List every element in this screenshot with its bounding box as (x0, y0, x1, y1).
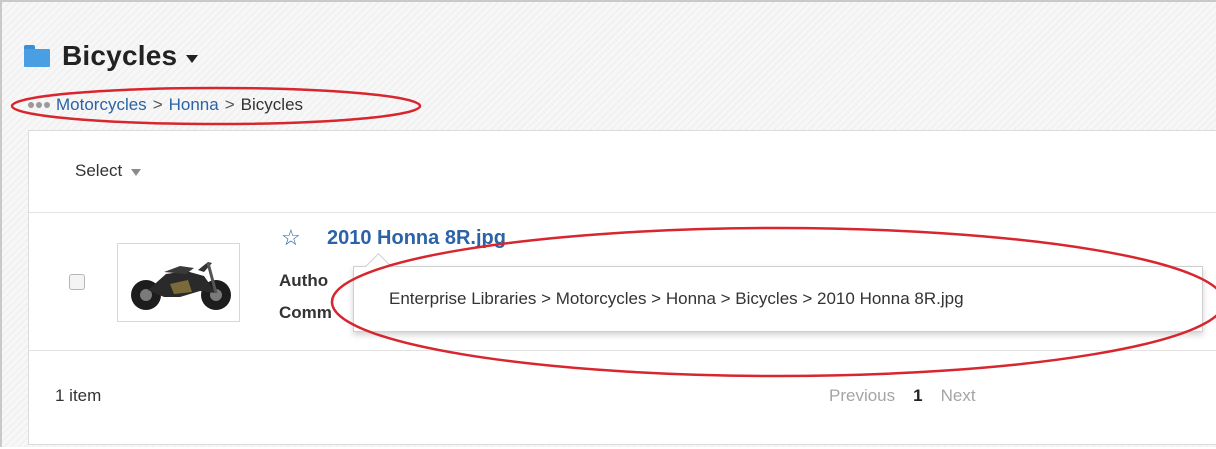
divider (29, 350, 1216, 351)
breadcrumb-item-motorcycles[interactable]: Motorcycles (56, 95, 147, 115)
page-header: Bicycles (24, 38, 199, 74)
item-count: 1 item (55, 386, 102, 405)
more-ellipsis-icon[interactable] (28, 102, 50, 108)
chevron-down-icon (131, 169, 142, 176)
previous-page-link[interactable]: Previous (829, 386, 895, 406)
breadcrumb-item-bicycles: Bicycles (240, 95, 304, 114)
title-dropdown-caret-icon[interactable] (186, 55, 199, 63)
breadcrumb-separator: > (224, 95, 235, 114)
motorcycle-thumbnail[interactable] (117, 243, 240, 322)
file-name-link[interactable]: 2010 Honna 8R.jpg (327, 227, 506, 250)
page-frame: Bicycles Motorcycles > Honna > Bicycles … (0, 0, 1216, 447)
divider (29, 212, 1216, 213)
tooltip-path-text: Enterprise Libraries > Motorcycles > Hon… (389, 289, 964, 308)
folder-icon (24, 45, 50, 67)
select-menu[interactable]: Select (75, 161, 142, 181)
meta-label-author: Autho (279, 271, 329, 290)
breadcrumb-item-honna[interactable]: Honna (169, 95, 219, 115)
star-icon[interactable]: ☆ (281, 227, 301, 249)
path-tooltip: Enterprise Libraries > Motorcycles > Hon… (353, 253, 1203, 332)
page-title[interactable]: Bicycles (62, 40, 177, 72)
row-checkbox[interactable] (69, 274, 85, 290)
breadcrumb-separator: > (152, 95, 163, 114)
breadcrumb: Motorcycles > Honna > Bicycles (28, 92, 303, 118)
next-page-link[interactable]: Next (941, 386, 976, 406)
current-page: 1 (913, 386, 923, 405)
meta-label-comments: Comm (279, 303, 332, 322)
pagination: Previous 1 Next (829, 386, 976, 406)
select-label: Select (75, 161, 123, 180)
